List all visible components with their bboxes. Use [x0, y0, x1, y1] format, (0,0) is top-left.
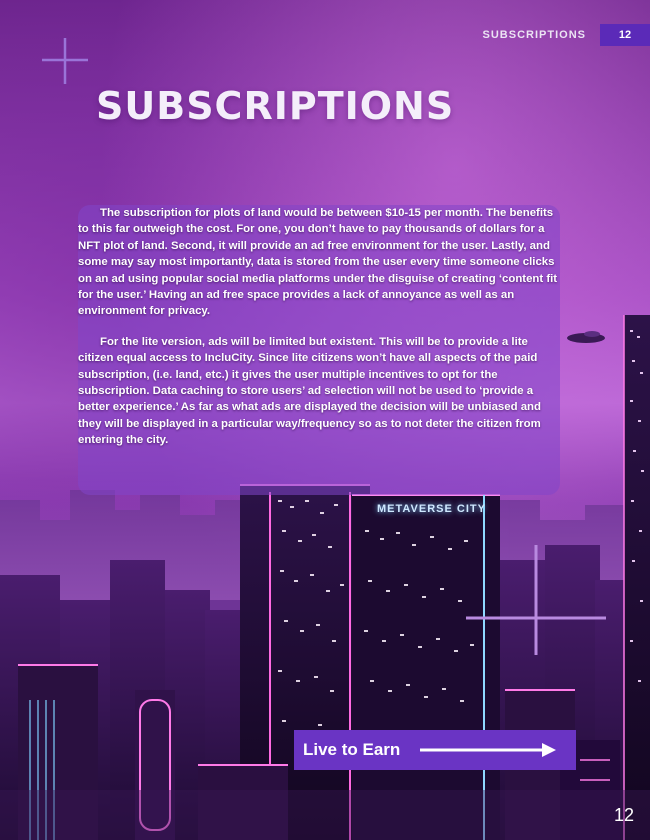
cta-label: Live to Earn — [303, 740, 401, 759]
paragraph-subscription-pricing: The subscription for plots of land would… — [78, 207, 558, 318]
header-page-badge: 12 — [600, 24, 650, 46]
header-section-label: SUBSCRIPTIONS — [482, 29, 586, 41]
page-title: SUBSCRIPTIONS — [96, 84, 455, 128]
plus-decoration-icon — [42, 38, 88, 84]
live-to-earn-button[interactable]: Live to Earn — [294, 730, 576, 770]
building-sign: METAVERSE CITY — [377, 503, 486, 515]
page-number: 12 — [613, 805, 634, 825]
body-text: The subscription for plots of land would… — [78, 205, 562, 463]
arrow-right-icon — [420, 743, 557, 757]
page: SUBSCRIPTIONS 12 SUBSCRIPTIONS The subsc… — [0, 0, 650, 840]
paragraph-lite-version: For the lite version, ads will be limite… — [78, 335, 541, 447]
